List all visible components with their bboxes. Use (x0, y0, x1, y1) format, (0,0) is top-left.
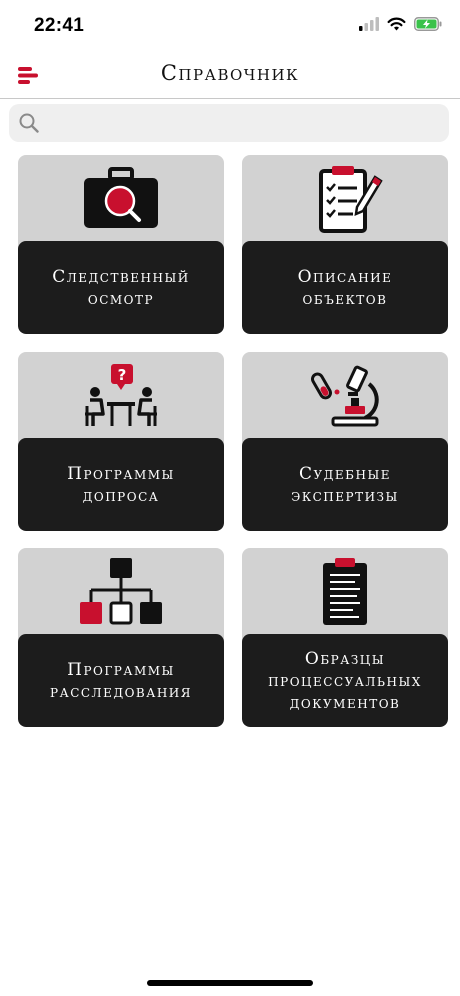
cellular-signal-icon (359, 17, 379, 31)
tile-interrogation-programs[interactable]: ? Программы допроса (18, 352, 224, 531)
tile-investigation-programs[interactable]: Программы расследования (18, 548, 224, 727)
status-icons (359, 17, 442, 31)
clipboard-checklist-icon (319, 166, 383, 233)
page-title: Справочник (160, 61, 300, 85)
search-icon (19, 113, 39, 133)
search-input[interactable] (47, 104, 443, 144)
evidence-case-icon (84, 167, 158, 228)
svg-text:?: ? (118, 366, 127, 384)
tile-label: Программы допроса (67, 463, 175, 506)
tile-procedural-document-samples[interactable]: Образцы процессуальных документов (242, 548, 448, 727)
document-clipboard-icon (323, 558, 367, 625)
wifi-icon (387, 17, 406, 31)
interrogation-icon: ? (85, 364, 157, 426)
hierarchy-icon (80, 558, 162, 625)
tile-label: Образцы процессуальных документов (268, 648, 422, 713)
status-bar: 22:41 (0, 0, 460, 52)
status-time: 22:41 (34, 15, 85, 36)
tile-label: Следственный осмотр (52, 266, 190, 309)
home-indicator[interactable] (147, 980, 313, 986)
tile-label: Программы расследования (50, 659, 192, 702)
search-bar[interactable] (9, 104, 449, 144)
battery-charging-icon (414, 17, 442, 31)
tile-investigative-inspection[interactable]: Следственный осмотр (18, 155, 224, 334)
tile-forensic-examinations[interactable]: Судебные экспертизы (242, 352, 448, 531)
microscope-icon (311, 365, 379, 427)
tile-object-description[interactable]: Описание объектов (242, 155, 448, 334)
tile-label: Описание объектов (297, 266, 393, 309)
nav-bar: Справочник (0, 52, 460, 99)
tile-label: Судебные экспертизы (291, 463, 399, 506)
